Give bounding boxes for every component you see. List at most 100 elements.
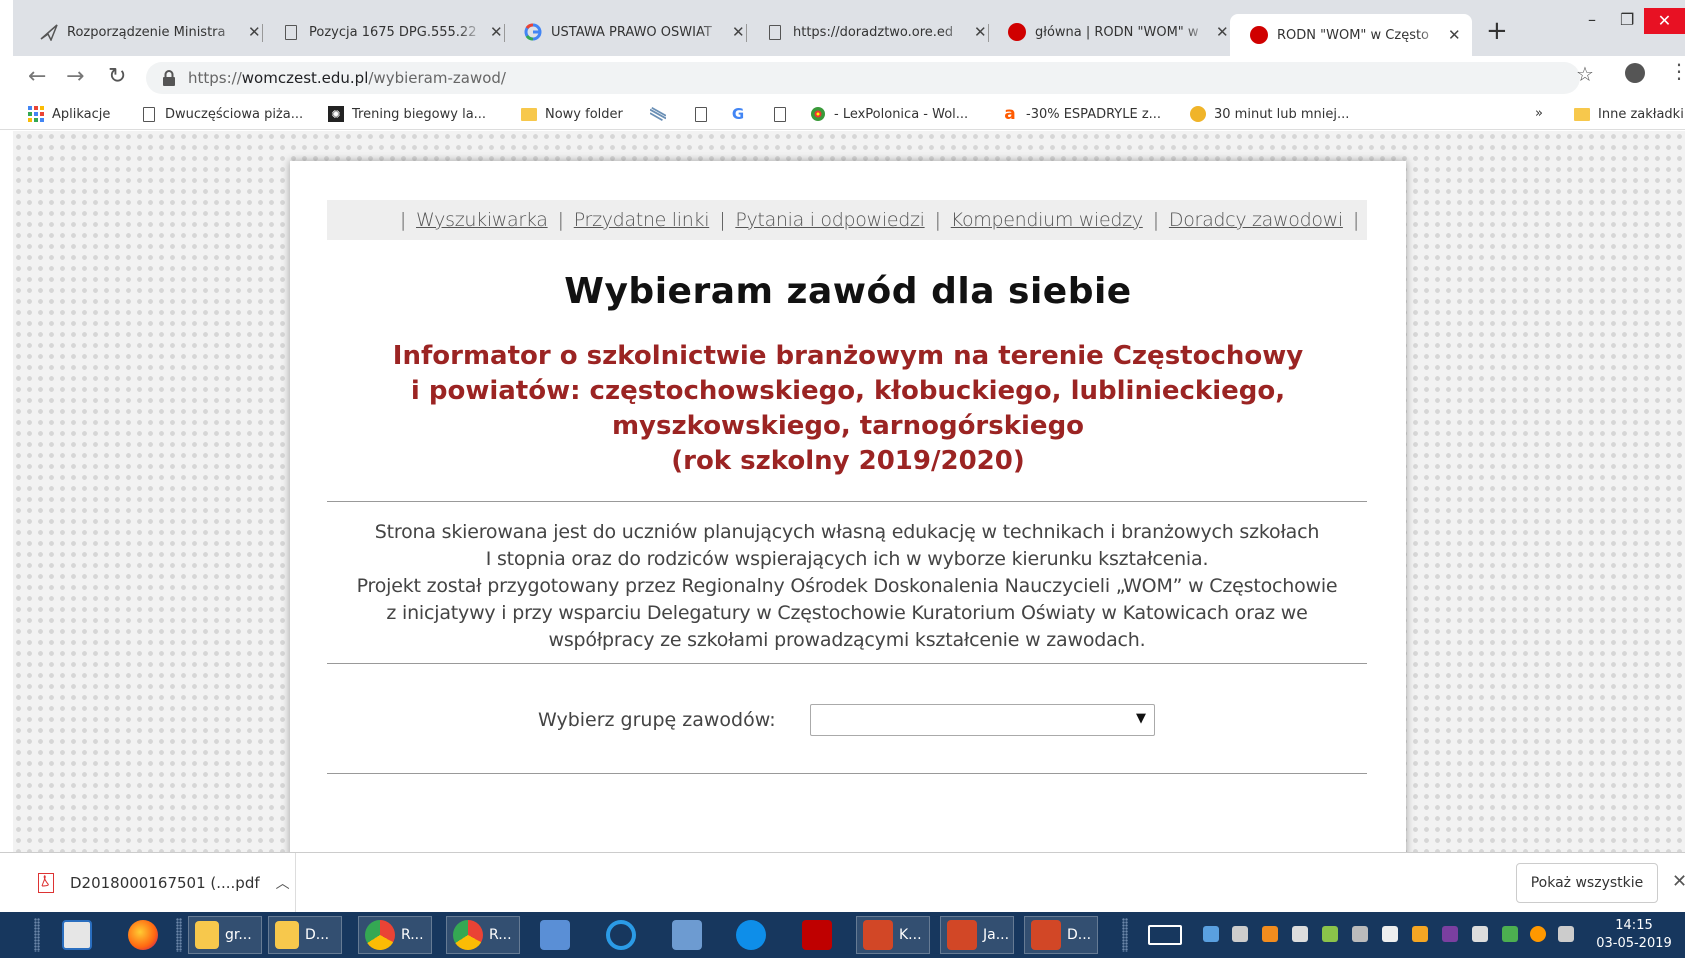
taskbar-button[interactable]: D... <box>1024 916 1098 954</box>
nav-separator: | <box>399 209 407 231</box>
occupation-group-select[interactable]: ▼ <box>810 704 1155 736</box>
nav-link-pytania[interactable]: Pytania i odpowiedzi <box>735 209 925 231</box>
bookmark-page-1[interactable] <box>693 106 717 122</box>
bookmark-label: Trening biegowy la... <box>352 106 487 122</box>
tray-network-icon[interactable] <box>1203 926 1219 942</box>
bookmark-striped[interactable] <box>650 106 674 122</box>
tab-glowna-rodn[interactable]: główna | RODN "WOM" w ✕ <box>988 14 1239 50</box>
runner-icon: ✺ <box>328 106 344 122</box>
tray-avast-icon[interactable] <box>1530 926 1546 942</box>
bookmark-trening[interactable]: ✺ Trening biegowy la... <box>328 106 486 122</box>
close-downloads-icon[interactable]: ✕ <box>1672 871 1685 892</box>
description-line: Strona skierowana jest do uczniów planuj… <box>374 521 1320 543</box>
tab-close-icon[interactable]: ✕ <box>974 23 987 41</box>
bookmark-lexpolonica[interactable]: - LexPolonica - Wol... <box>810 106 968 122</box>
tab-close-icon[interactable]: ✕ <box>1448 26 1461 44</box>
tab-close-icon[interactable]: ✕ <box>490 23 503 41</box>
bookmark-nowy-folder[interactable]: Nowy folder <box>521 106 623 122</box>
tab-doradztwo[interactable]: https://doradztwo.ore.ed ✕ <box>746 14 997 50</box>
taskbar-button[interactable]: R... <box>358 916 432 954</box>
bookmark-aplikacje[interactable]: Aplikacje <box>28 106 110 122</box>
pinned-app-icon[interactable] <box>540 916 576 954</box>
tab-pozycja-1675[interactable]: Pozycja 1675 DPG.555.22 ✕ <box>262 14 513 50</box>
chevron-up-icon[interactable]: ︿ <box>276 873 290 893</box>
taskbar-button[interactable]: D... <box>268 916 342 954</box>
tab-title: https://doradztwo.ore.ed <box>793 24 954 40</box>
apps-grid-icon <box>28 106 44 122</box>
bookmark-other[interactable]: Inne zakładki <box>1574 106 1684 122</box>
filezilla-icon[interactable] <box>802 916 838 954</box>
taskbar-label: R... <box>401 927 424 943</box>
bookmark-30-minut[interactable]: 30 minut lub mniej... <box>1190 106 1349 122</box>
tray-update-icon[interactable] <box>1322 926 1338 942</box>
address-bar[interactable]: https://womczest.edu.pl/wybieram-zawod/ <box>146 62 1580 94</box>
tray-onenote-icon[interactable] <box>1442 926 1458 942</box>
show-desktop-icon[interactable] <box>62 916 98 954</box>
lexpolonica-icon <box>810 106 826 122</box>
taskbar-button[interactable]: Ja... <box>940 916 1014 954</box>
minimize-button[interactable]: – <box>1588 10 1596 29</box>
url-scheme: https:// <box>188 69 242 87</box>
bookmark-espadryle[interactable]: a -30% ESPADRYLE z... <box>1002 104 1162 124</box>
tray-s-icon[interactable] <box>1412 926 1428 942</box>
nav-link-wyszukiwarka[interactable]: Wyszukiwarka <box>416 209 548 231</box>
window-close-button[interactable]: ✕ <box>1644 8 1685 34</box>
system-clock[interactable]: 14:15 03-05-2019 <box>1594 917 1674 953</box>
powerpoint-icon <box>1031 920 1061 950</box>
bookmark-page-2[interactable] <box>772 106 796 122</box>
tray-app-icon[interactable] <box>1262 926 1278 942</box>
tab-close-icon[interactable]: ✕ <box>1216 23 1229 41</box>
bookmark-dwuczesciowa[interactable]: Dwuczęściowa piża... <box>141 106 303 122</box>
tab-rozporzadzenie[interactable]: Rozporządzenie Ministra ✕ <box>20 14 271 50</box>
tray-mute-icon[interactable] <box>1232 926 1248 942</box>
tray-signal-icon[interactable] <box>1352 926 1368 942</box>
download-item[interactable]: D2018000167501 (....pdf ︿ <box>0 853 296 913</box>
windows-taskbar: gr... D... R... R... K... Ja... D... 14:… <box>0 912 1685 958</box>
bookmark-label: -30% ESPADRYLE z... <box>1026 106 1162 122</box>
restore-button[interactable]: ❐ <box>1620 10 1634 29</box>
page-icon <box>693 106 709 122</box>
taskbar-button[interactable]: K... <box>856 916 930 954</box>
nav-link-doradcy[interactable]: Doradcy zawodowi <box>1169 209 1343 231</box>
cookie-icon <box>1190 106 1206 122</box>
bookmarks-overflow-button[interactable]: » <box>1535 106 1543 121</box>
tray-phone-icon[interactable] <box>1382 926 1398 942</box>
tray-vpn-icon[interactable] <box>1472 926 1488 942</box>
tray-volume-icon[interactable] <box>1558 926 1574 942</box>
taskbar-button[interactable]: R... <box>446 916 520 954</box>
folder-icon <box>521 106 537 122</box>
keyboard-icon[interactable] <box>1148 916 1188 954</box>
chrome-icon <box>365 920 395 950</box>
url-host: womczest.edu.pl <box>241 69 369 87</box>
firefox-icon[interactable] <box>128 916 164 954</box>
show-all-downloads-button[interactable]: Pokaż wszystkie <box>1516 863 1658 903</box>
menu-kebab-icon[interactable]: ⋮ <box>1669 59 1685 83</box>
tab-close-icon[interactable]: ✕ <box>732 23 745 41</box>
nav-link-kompendium[interactable]: Kompendium wiedzy <box>951 209 1143 231</box>
striped-icon <box>650 106 666 122</box>
powerpoint-icon <box>947 920 977 950</box>
tab-rodn-wom-active[interactable]: RODN "WOM" w Często ✕ <box>1230 14 1472 56</box>
clock-time: 14:15 <box>1615 918 1653 933</box>
tray-flag-icon[interactable] <box>1292 926 1308 942</box>
tab-close-icon[interactable]: ✕ <box>248 23 261 41</box>
account-avatar-icon[interactable] <box>1625 63 1645 83</box>
tab-ustawa[interactable]: USTAWA PRAWO OSWIAT ✕ <box>504 14 755 50</box>
forward-arrow-icon[interactable]: → <box>66 64 84 89</box>
page-description: Strona skierowana jest do uczniów planuj… <box>327 519 1367 654</box>
internet-explorer-icon[interactable] <box>606 916 642 954</box>
reload-icon[interactable]: ↻ <box>108 64 126 89</box>
tab-title: Pozycja 1675 DPG.555.22 <box>309 24 477 40</box>
teamviewer-icon[interactable] <box>736 916 772 954</box>
taskbar-button[interactable]: gr... <box>188 916 262 954</box>
virtualbox-icon[interactable] <box>672 916 708 954</box>
powerpoint-icon <box>863 920 893 950</box>
bookmark-star-icon[interactable]: ☆ <box>1576 62 1594 86</box>
send-icon <box>40 23 58 41</box>
bookmark-google[interactable]: G <box>730 105 754 123</box>
tray-battery-icon[interactable] <box>1502 926 1518 942</box>
back-arrow-icon[interactable]: ← <box>28 64 46 89</box>
nav-separator: | <box>934 209 941 231</box>
nav-link-przydatne-linki[interactable]: Przydatne linki <box>574 209 710 231</box>
new-tab-button[interactable]: + <box>1486 18 1508 44</box>
